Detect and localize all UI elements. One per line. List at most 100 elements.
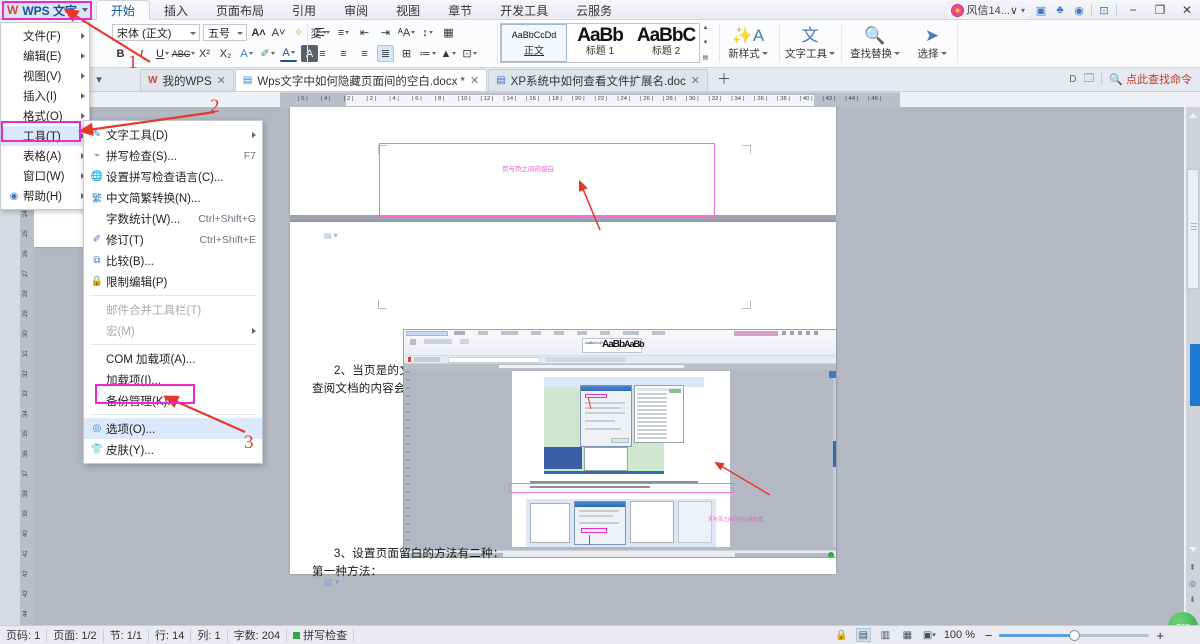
style-gallery-scroller[interactable]: ▲ ▼ ▤ [701, 24, 710, 62]
status-spellcheck[interactable]: 拼写检查 [287, 628, 355, 642]
clear-format-icon[interactable]: ✧ [290, 24, 307, 41]
menu-item-5[interactable]: 工具(T) [1, 126, 89, 146]
multilevel-list-icon[interactable]: ≔ [419, 45, 436, 62]
ribbon-tab-review[interactable]: 审阅 [330, 0, 382, 20]
new-style-button[interactable]: ✨A 新样式 [722, 22, 774, 66]
grow-font-icon[interactable]: A˄ [250, 24, 267, 41]
menu-item-7[interactable]: 窗口(W) [1, 166, 89, 186]
ribbon-tab-sections[interactable]: 章节 [434, 0, 486, 20]
qat-dropdown-icon[interactable]: ▾ [96, 73, 102, 86]
close-icon[interactable]: ✕ [470, 74, 479, 87]
document-tab-xp[interactable]: ▤ XP系统中如何查看文件扩展名.doc ✕ [488, 69, 708, 91]
tools-menu-item-3[interactable]: 繁中文简繁转换(N)... [84, 187, 262, 208]
ribbon-tab-references[interactable]: 引用 [278, 0, 330, 20]
document-tab-my-wps[interactable]: W 我的WPS ✕ [140, 69, 234, 91]
next-page-icon[interactable]: ⇟ [1189, 595, 1196, 604]
borders-icon[interactable]: ⊡ [461, 45, 478, 62]
strikethrough-button[interactable]: ABC [172, 45, 196, 62]
close-button[interactable]: ✕ [1176, 0, 1198, 20]
show-marks-icon[interactable]: ▦ [440, 24, 457, 41]
horizontal-ruler[interactable]: | 6 | | 4 | | 2 | | 2 | | 4 | | 6 | | 8 | | 10 … [280, 92, 900, 107]
menu-item-2[interactable]: 视图(V) [1, 66, 89, 86]
shirt-icon[interactable]: ♣ [1053, 3, 1067, 17]
tools-menu-item-13[interactable]: ◎ 选项(O)... [84, 418, 262, 439]
select-button[interactable]: ➤ 选择 [906, 22, 958, 66]
tools-menu-item-7[interactable]: 🔒 限制编辑(P) [84, 271, 262, 292]
zoom-slider-knob[interactable] [1069, 629, 1081, 641]
font-family-combo[interactable]: 宋体 (正文) [112, 24, 200, 41]
ribbon-tab-insert[interactable]: 插入 [150, 0, 202, 20]
tools-menu-item-6[interactable]: ⧉ 比较(B)... [84, 250, 262, 271]
distribute-icon[interactable]: ⊞ [398, 45, 415, 62]
shading-icon[interactable]: ▲ [440, 45, 457, 62]
tools-menu-item-0[interactable]: ✎ 文字工具(D) [84, 124, 262, 145]
restore-window-icon[interactable]: ⊡ [1097, 3, 1111, 17]
new-tab-button[interactable]: ＋ [709, 69, 739, 91]
status-word-count[interactable]: 字数: 204 [228, 628, 288, 642]
find-replace-button[interactable]: 🔍 查找替换 [846, 22, 904, 66]
increase-indent-icon[interactable]: ⇥ [377, 24, 394, 41]
menu-item-6[interactable]: 表格(A) [1, 146, 89, 166]
close-icon[interactable]: ✕ [691, 74, 700, 87]
align-center-icon[interactable]: ≡ [335, 45, 352, 62]
protect-icon[interactable]: 🔒 [834, 628, 849, 642]
tools-menu-item-10[interactable]: COM 加载项(A)... [84, 348, 262, 369]
bullet-list-icon[interactable]: ☰ [314, 24, 331, 41]
bold-button[interactable]: B [112, 45, 129, 62]
highlight-color-icon[interactable]: ✐ [259, 45, 276, 62]
ribbon-tab-developer[interactable]: 开发工具 [486, 0, 562, 20]
vertical-scrollbar[interactable]: ⇞ ◎ ⇟ [1186, 107, 1200, 625]
tools-menu-item-5[interactable]: ✐ 修订(T) Ctrl+Shift+E [84, 229, 262, 250]
underline-button[interactable]: U [154, 45, 171, 62]
scrollbar-thumb[interactable] [1187, 169, 1199, 289]
dictionary-icon[interactable]: D [1069, 74, 1076, 85]
ribbon-tab-start[interactable]: 开始 [96, 0, 151, 20]
app-menu-dropdown[interactable]: 文件(F) 编辑(E) 视图(V) 插入(I) 格式(O) 工具(T) 表格(A) 窗口(W)… [0, 22, 90, 210]
layout-view-icon[interactable]: ▥ [878, 628, 893, 642]
font-color-icon[interactable]: A [280, 45, 297, 62]
menu-item-0[interactable]: 文件(F) [1, 26, 89, 46]
superscript-button[interactable]: X² [196, 45, 213, 62]
web-view-icon[interactable]: ▣ ▾ [922, 628, 937, 642]
menu-item-1[interactable]: 编辑(E) [1, 46, 89, 66]
line-spacing-icon[interactable]: ↕ [419, 24, 436, 41]
scroll-down-icon[interactable] [1189, 547, 1197, 552]
decrease-indent-icon[interactable]: ⇤ [356, 24, 373, 41]
tools-menu-item-14[interactable]: 👕 皮肤(Y)... [84, 439, 262, 460]
numbered-list-icon[interactable]: ≡ [335, 24, 352, 41]
document-tab-active[interactable]: ▤ Wps文字中如何隐藏页面间的空白.docx * ✕ [234, 69, 488, 91]
account-button[interactable]: 风信14...∨ ▾ [946, 1, 1029, 19]
side-panel-tab[interactable] [1190, 344, 1200, 406]
ribbon-tab-cloud[interactable]: 云服务 [562, 0, 626, 20]
tools-menu-item-2[interactable]: 🌐 设置拼写检查语言(C)... [84, 166, 262, 187]
align-left-icon[interactable]: ≡ [314, 45, 331, 62]
close-icon[interactable]: ✕ [217, 74, 226, 87]
tools-menu-item-11[interactable]: 加载项(I)... [84, 369, 262, 390]
tools-submenu[interactable]: ✎ 文字工具(D) ⌁ 拼写检查(S)... F7 🌐 设置拼写检查语言(C)... 繁中文简… [83, 120, 263, 464]
status-col[interactable]: 列: 1 [191, 628, 228, 642]
asian-layout-icon[interactable]: ᴬA [398, 24, 416, 41]
status-page-number[interactable]: 页码: 1 [0, 628, 48, 642]
tools-menu-item-1[interactable]: ⌁ 拼写检查(S)... F7 [84, 145, 262, 166]
save-cloud-icon[interactable]: ▣ [1034, 3, 1048, 17]
style-item-heading2[interactable]: AaBbC 标题 2 [633, 24, 699, 62]
window-icon[interactable]: 🗔 [1083, 71, 1094, 88]
minimize-button[interactable]: − [1122, 0, 1144, 20]
status-pages[interactable]: 页面: 1/2 [47, 628, 104, 642]
ribbon-tab-view[interactable]: 视图 [382, 0, 434, 20]
previous-page-icon[interactable]: ⇞ [1189, 563, 1196, 572]
menu-item-4[interactable]: 格式(O) [1, 106, 89, 126]
outline-view-icon[interactable]: ▦ [900, 628, 915, 642]
scroll-up-icon[interactable] [1189, 113, 1197, 118]
text-effects-icon[interactable]: A [238, 45, 255, 62]
tools-menu-item-4[interactable]: 字数统计(W)... Ctrl+Shift+G [84, 208, 262, 229]
status-section[interactable]: 节: 1/1 [104, 628, 150, 642]
menu-item-8[interactable]: ◉ 帮助(H) [1, 186, 89, 206]
style-item-body[interactable]: AaBbCcDd 正文 [501, 24, 568, 62]
status-row[interactable]: 行: 14 [149, 628, 192, 642]
font-size-combo[interactable]: 五号 [203, 24, 247, 41]
shrink-font-icon[interactable]: A˅ [270, 24, 287, 41]
ribbon-tab-page-layout[interactable]: 页面布局 [202, 0, 278, 20]
select-browse-object-icon[interactable]: ◎ [1189, 579, 1196, 588]
align-justify-icon[interactable]: ≣ [377, 45, 394, 62]
